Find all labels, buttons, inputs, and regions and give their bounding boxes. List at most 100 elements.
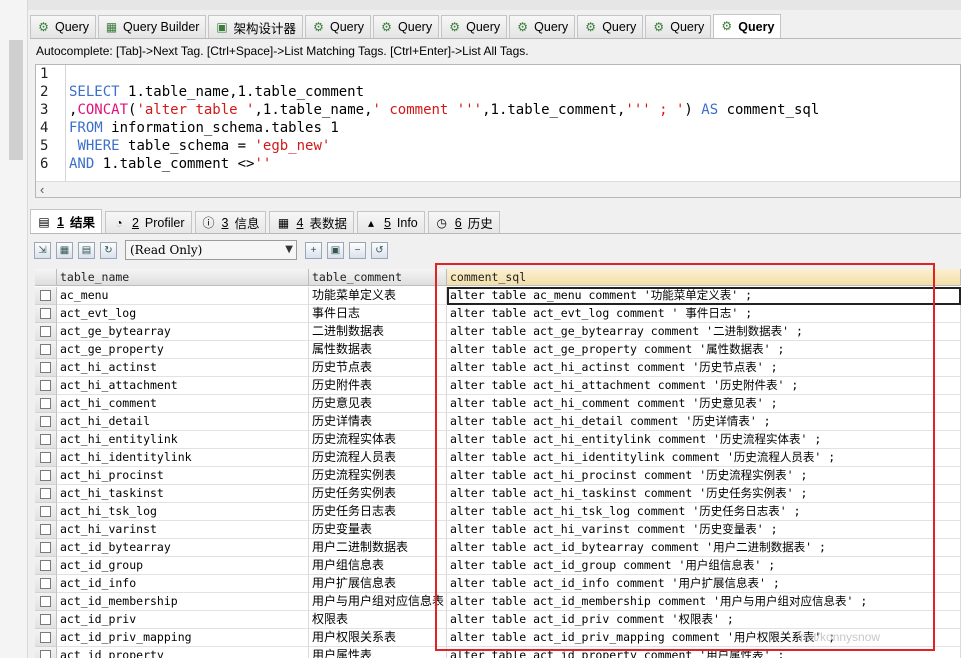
row-header[interactable] — [35, 485, 57, 503]
row-checkbox[interactable] — [40, 542, 51, 553]
row-header[interactable] — [35, 305, 57, 323]
cell-comment-sql[interactable]: alter table act_id_priv_mapping comment … — [447, 629, 961, 647]
scroll-left-icon[interactable]: ‹ — [40, 182, 44, 197]
row-header[interactable] — [35, 431, 57, 449]
cell-table-name[interactable]: act_hi_varinst — [57, 521, 309, 539]
table-row[interactable]: act_hi_identitylink 历史流程人员表 alter table ac… — [35, 449, 961, 467]
left-scrollbar[interactable] — [0, 0, 28, 658]
cell-table-comment[interactable]: 权限表 — [309, 611, 447, 629]
row-checkbox[interactable] — [40, 596, 51, 607]
table-row[interactable]: act_id_group 用户组信息表 alter table act_id_gro… — [35, 557, 961, 575]
row-header[interactable] — [35, 359, 57, 377]
code-line[interactable]: ,CONCAT('alter table ',1.table_name,' co… — [69, 102, 819, 118]
row-header[interactable] — [35, 647, 57, 658]
code-line[interactable]: AND 1.table_comment <>'' — [69, 156, 271, 172]
row-header[interactable] — [35, 503, 57, 521]
cell-comment-sql[interactable]: alter table act_id_group comment '用户组信息表… — [447, 557, 961, 575]
scrollbar-thumb[interactable] — [9, 40, 23, 160]
row-header[interactable] — [35, 395, 57, 413]
cell-table-name[interactable]: act_hi_entitylink — [57, 431, 309, 449]
row-header[interactable] — [35, 557, 57, 575]
row-header[interactable] — [35, 449, 57, 467]
cell-comment-sql[interactable]: alter table act_hi_varinst comment '历史变量… — [447, 521, 961, 539]
cell-comment-sql[interactable]: alter table act_id_priv comment '权限表' ; — [447, 611, 961, 629]
cell-table-name[interactable]: act_hi_actinst — [57, 359, 309, 377]
column-header-comment-sql[interactable]: comment_sql — [447, 269, 961, 286]
row-checkbox[interactable] — [40, 632, 51, 643]
chevron-down-icon[interactable]: ▼ — [285, 241, 293, 259]
table-row[interactable]: act_hi_procinst 历史流程实例表 alter table act_hi… — [35, 467, 961, 485]
table-row[interactable]: act_ge_bytearray 二进制数据表 alter table act_ge… — [35, 323, 961, 341]
cell-comment-sql[interactable]: alter table act_ge_property comment '属性数… — [447, 341, 961, 359]
cell-table-name[interactable]: act_id_priv_mapping — [57, 629, 309, 647]
code-line[interactable]: SELECT 1.table_name,1.table_comment — [69, 84, 364, 100]
row-checkbox[interactable] — [40, 416, 51, 427]
cell-comment-sql[interactable]: alter table ac_menu comment '功能菜单定义表' ; — [447, 287, 961, 305]
cell-table-comment[interactable]: 历史流程实例表 — [309, 467, 447, 485]
cell-table-name[interactable]: ac_menu — [57, 287, 309, 305]
result-tab-4[interactable]: ▦ 4 表数据 — [269, 211, 354, 233]
result-tab-3[interactable]: ⓘ 3 信息 — [194, 211, 267, 233]
row-checkbox[interactable] — [40, 488, 51, 499]
table-row[interactable]: act_id_info 用户扩展信息表 alter table act_id_inf… — [35, 575, 961, 593]
cell-table-comment[interactable]: 历史任务日志表 — [309, 503, 447, 521]
row-checkbox[interactable] — [40, 560, 51, 571]
row-checkbox[interactable] — [40, 578, 51, 589]
row-header[interactable] — [35, 413, 57, 431]
cell-table-name[interactable]: act_hi_detail — [57, 413, 309, 431]
result-tab-6[interactable]: ◷ 6 历史 — [427, 211, 500, 233]
cell-table-comment[interactable]: 属性数据表 — [309, 341, 447, 359]
cell-table-comment[interactable]: 用户组信息表 — [309, 557, 447, 575]
row-checkbox[interactable] — [40, 614, 51, 625]
tab-query-3[interactable]: ⚙ Query — [305, 15, 372, 38]
cell-comment-sql[interactable]: alter table act_hi_attachment comment '历… — [447, 377, 961, 395]
cell-table-comment[interactable]: 二进制数据表 — [309, 323, 447, 341]
remove-row-icon[interactable]: − — [349, 241, 366, 259]
row-header[interactable] — [35, 377, 57, 395]
row-header[interactable] — [35, 611, 57, 629]
column-header-table-name[interactable]: table_name — [57, 269, 309, 286]
result-tab-1[interactable]: ▤ 1 结果 — [30, 209, 102, 233]
table-row[interactable]: act_ge_property 属性数据表 alter table act_ge_p… — [35, 341, 961, 359]
table-row[interactable]: ac_menu 功能菜单定义表 alter table ac_menu commen… — [35, 287, 961, 305]
row-header[interactable] — [35, 593, 57, 611]
save-icon[interactable]: ▣ — [327, 241, 344, 259]
cell-table-comment[interactable]: 历史意见表 — [309, 395, 447, 413]
table-row[interactable]: act_hi_detail 历史详情表 alter table act_hi_det… — [35, 413, 961, 431]
cell-comment-sql[interactable]: alter table act_hi_detail comment '历史详情表… — [447, 413, 961, 431]
row-checkbox[interactable] — [40, 290, 51, 301]
cell-table-comment[interactable]: 用户权限关系表 — [309, 629, 447, 647]
cell-table-comment[interactable]: 事件日志 — [309, 305, 447, 323]
row-checkbox[interactable] — [40, 650, 51, 658]
table-row[interactable]: act_hi_entitylink 历史流程实体表 alter table act_… — [35, 431, 961, 449]
tab-query-8[interactable]: ⚙ Query — [645, 15, 712, 38]
cell-table-comment[interactable]: 用户属性表 — [309, 647, 447, 658]
tab-query-4[interactable]: ⚙ Query — [373, 15, 440, 38]
cell-comment-sql[interactable]: alter table act_id_info comment '用户扩展信息表… — [447, 575, 961, 593]
cell-table-comment[interactable]: 历史变量表 — [309, 521, 447, 539]
cell-table-name[interactable]: act_id_membership — [57, 593, 309, 611]
table-row[interactable]: act_hi_tsk_log 历史任务日志表 alter table act_hi_… — [35, 503, 961, 521]
result-tab-5[interactable]: ▴ 5 Info — [356, 211, 425, 233]
cell-table-name[interactable]: act_hi_tsk_log — [57, 503, 309, 521]
read-only-select[interactable]: (Read Only) ▼ — [125, 240, 297, 260]
revert-icon[interactable]: ↺ — [371, 241, 388, 259]
row-header[interactable] — [35, 287, 57, 305]
row-header[interactable] — [35, 575, 57, 593]
cell-comment-sql[interactable]: alter table act_hi_actinst comment '历史节点… — [447, 359, 961, 377]
result-tab-2[interactable]: ◔ 2 Profiler — [104, 211, 192, 233]
tab-query-7[interactable]: ⚙ Query — [577, 15, 644, 38]
row-header[interactable] — [35, 323, 57, 341]
add-row-icon[interactable]: + — [305, 241, 322, 259]
table-row[interactable]: act_hi_attachment 历史附件表 alter table act_hi… — [35, 377, 961, 395]
cell-comment-sql[interactable]: alter table act_evt_log comment ' 事件日志' … — [447, 305, 961, 323]
copy-grid-icon[interactable]: ▦ — [56, 241, 73, 259]
cell-table-comment[interactable]: 用户二进制数据表 — [309, 539, 447, 557]
cell-table-name[interactable]: act_hi_attachment — [57, 377, 309, 395]
cell-comment-sql[interactable]: alter table act_hi_taskinst comment '历史任… — [447, 485, 961, 503]
cell-table-comment[interactable]: 历史详情表 — [309, 413, 447, 431]
table-row[interactable]: act_hi_actinst 历史节点表 alter table act_hi_ac… — [35, 359, 961, 377]
tab-query-6[interactable]: ⚙ Query — [509, 15, 576, 38]
row-header[interactable] — [35, 341, 57, 359]
cell-table-name[interactable]: act_id_group — [57, 557, 309, 575]
